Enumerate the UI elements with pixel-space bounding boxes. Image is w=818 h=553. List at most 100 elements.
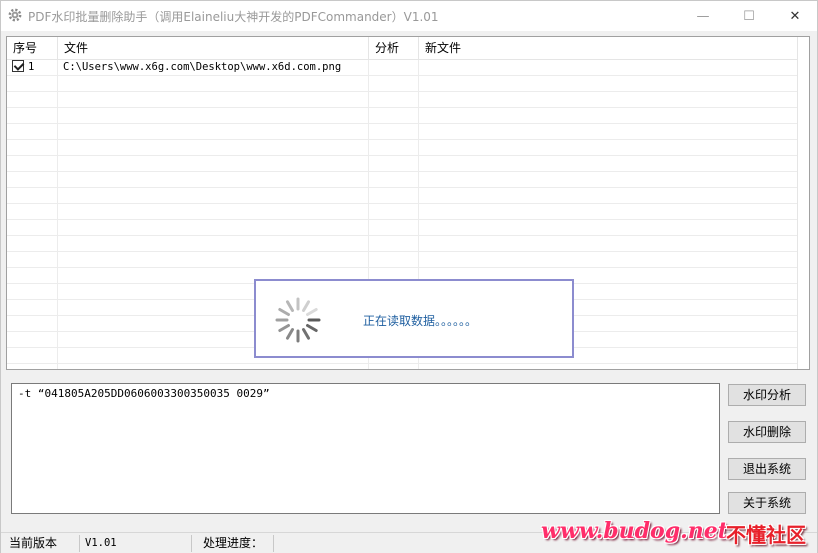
- watermark-analyze-button[interactable]: 水印分析: [728, 384, 806, 406]
- empty-cell: [58, 188, 369, 203]
- empty-cell: [7, 108, 58, 123]
- spinner-spoke: [302, 328, 310, 340]
- row-analysis-cell: [369, 60, 419, 75]
- empty-cell: [58, 204, 369, 219]
- column-header-new-file[interactable]: 新文件: [419, 37, 797, 60]
- spinner-spoke: [286, 328, 294, 340]
- column-header-analysis[interactable]: 分析: [369, 37, 419, 60]
- status-divider: [273, 535, 274, 552]
- empty-cell: [7, 268, 58, 283]
- spinner-spoke: [302, 300, 310, 312]
- empty-cell: [419, 92, 797, 107]
- title-bar[interactable]: PDF水印批量删除助手（调用Elaineliu大神开发的PDFCommander…: [1, 1, 817, 31]
- spinner-spoke: [306, 324, 318, 332]
- row-seq: 1: [28, 61, 35, 73]
- empty-cell: [7, 284, 58, 299]
- empty-cell: [7, 364, 58, 369]
- empty-cell: [7, 316, 58, 331]
- exit-button[interactable]: 退出系统: [728, 458, 806, 480]
- loading-dialog: 正在读取数据。。。。。。: [254, 279, 574, 358]
- progress-label: 处理进度：: [203, 536, 264, 550]
- empty-cell: [369, 92, 419, 107]
- empty-row: [7, 188, 797, 204]
- empty-cell: [7, 332, 58, 347]
- row-file-cell: C:\Users\www.x6g.com\Desktop\www.x6d.com…: [58, 60, 369, 75]
- empty-cell: [7, 204, 58, 219]
- empty-cell: [58, 76, 369, 91]
- minimize-icon: —: [696, 8, 710, 24]
- gear-icon: [8, 8, 22, 22]
- table-row[interactable]: 1 C:\Users\www.x6g.com\Desktop\www.x6d.c…: [7, 60, 797, 76]
- empty-cell: [7, 220, 58, 235]
- status-divider: [191, 535, 192, 552]
- empty-row: [7, 172, 797, 188]
- empty-cell: [7, 300, 58, 315]
- empty-row: [7, 76, 797, 92]
- watermark-url: www.budog.net: [541, 518, 728, 544]
- empty-cell: [419, 140, 797, 155]
- empty-cell: [58, 236, 369, 251]
- table-scroll-area: [797, 37, 809, 369]
- status-divider: [79, 535, 80, 552]
- empty-row: [7, 156, 797, 172]
- empty-cell: [7, 188, 58, 203]
- maximize-button[interactable]: ☐: [726, 1, 772, 31]
- empty-cell: [7, 252, 58, 267]
- spinner-spoke: [278, 308, 290, 316]
- empty-cell: [7, 124, 58, 139]
- empty-row: [7, 204, 797, 220]
- empty-row: [7, 364, 797, 369]
- column-header-seq[interactable]: 序号: [7, 37, 58, 60]
- row-checkbox[interactable]: [12, 60, 24, 72]
- empty-cell: [419, 252, 797, 267]
- empty-cell: [419, 364, 797, 369]
- empty-row: [7, 124, 797, 140]
- watermark-site-name: 不懂社区: [726, 523, 806, 547]
- empty-cell: [369, 364, 419, 369]
- empty-row: [7, 252, 797, 268]
- empty-cell: [419, 188, 797, 203]
- empty-cell: [58, 156, 369, 171]
- empty-cell: [58, 108, 369, 123]
- empty-cell: [369, 236, 419, 251]
- empty-cell: [7, 76, 58, 91]
- empty-cell: [58, 252, 369, 267]
- empty-cell: [419, 204, 797, 219]
- empty-cell: [369, 220, 419, 235]
- empty-cell: [7, 156, 58, 171]
- empty-cell: [58, 220, 369, 235]
- empty-row: [7, 140, 797, 156]
- row-new-file-cell: [419, 60, 797, 75]
- version-value: V1.01: [85, 537, 117, 549]
- empty-cell: [7, 348, 58, 363]
- watermark-delete-button[interactable]: 水印删除: [728, 421, 806, 443]
- empty-cell: [369, 252, 419, 267]
- about-button[interactable]: 关于系统: [728, 492, 806, 514]
- site-watermark: www.budog.net 不懂社区: [541, 518, 813, 548]
- empty-cell: [419, 172, 797, 187]
- empty-cell: [369, 124, 419, 139]
- close-button[interactable]: ✕: [772, 1, 818, 31]
- minimize-button[interactable]: —: [680, 1, 726, 31]
- row-seq-cell: 1: [7, 60, 58, 75]
- empty-cell: [58, 124, 369, 139]
- close-icon: ✕: [789, 8, 801, 24]
- empty-cell: [58, 172, 369, 187]
- empty-cell: [419, 220, 797, 235]
- empty-cell: [7, 172, 58, 187]
- empty-cell: [419, 236, 797, 251]
- empty-cell: [58, 364, 369, 369]
- empty-cell: [58, 140, 369, 155]
- column-header-file[interactable]: 文件: [58, 37, 369, 60]
- empty-cell: [419, 108, 797, 123]
- empty-cell: [369, 140, 419, 155]
- empty-cell: [369, 188, 419, 203]
- spinner-spoke: [278, 324, 290, 332]
- table-header: 序号 文件 分析 新文件: [7, 37, 797, 60]
- command-text: -t “041805A205DD0606003300350035 0029”: [18, 387, 270, 400]
- command-textarea[interactable]: -t “041805A205DD0606003300350035 0029”: [11, 383, 720, 514]
- empty-cell: [419, 124, 797, 139]
- window-title: PDF水印批量删除助手（调用Elaineliu大神开发的PDFCommander…: [28, 10, 439, 24]
- spinner-spoke: [286, 300, 294, 312]
- spinner-spoke: [306, 308, 318, 316]
